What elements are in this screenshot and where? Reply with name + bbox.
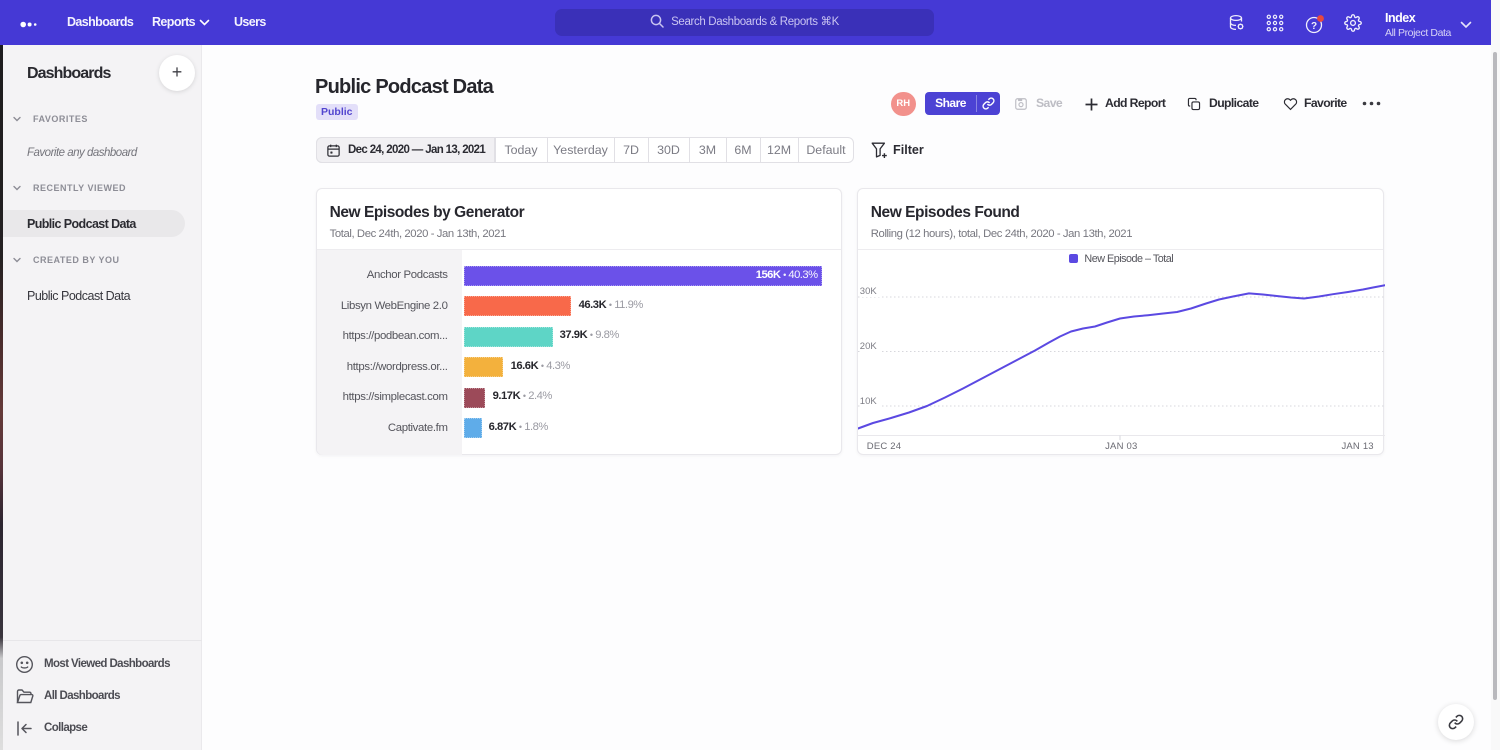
svg-text:?: ? — [1311, 21, 1317, 32]
